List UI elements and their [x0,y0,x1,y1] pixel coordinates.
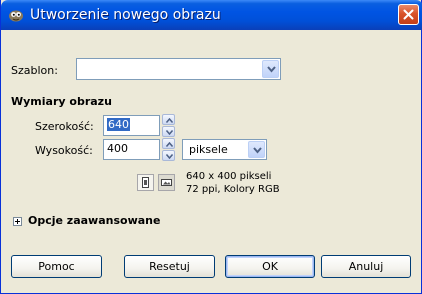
image-size-heading: Wymiary obrazu [11,95,112,108]
cancel-button[interactable]: Anuluj [321,255,411,278]
spin-up-icon [166,118,173,123]
height-label: Wysokość: [35,144,93,157]
height-spinner[interactable] [162,138,175,161]
width-label: Szerokość: [35,120,94,133]
help-button[interactable]: Pomoc [11,255,102,278]
spin-down-icon [166,154,173,159]
dialog-window: Utworzenie nowego obrazu Szablon: Wymiar… [0,0,422,294]
spin-down-icon [166,130,173,135]
height-value: 400 [107,142,128,155]
unit-dropdown-button[interactable] [248,141,265,158]
unit-combo[interactable]: piksele [182,139,267,160]
width-spin-down[interactable] [162,126,175,137]
landscape-icon [161,179,172,186]
image-info-resolution: 72 ppi, Kolory RGB [186,184,280,195]
unit-value: piksele [189,143,228,156]
image-info-size: 640 x 400 pikseli [186,171,272,182]
close-button[interactable] [398,4,419,25]
template-label: Szablon: [11,64,58,77]
advanced-options-toggle[interactable]: Opcje zaawansowane [28,214,160,227]
width-input[interactable]: 640 [103,115,160,136]
title-bar[interactable]: Utworzenie nowego obrazu [1,0,422,30]
chevron-down-icon [253,147,262,154]
spin-up-icon [166,142,173,147]
chevron-down-icon [267,66,276,73]
width-spinner[interactable] [162,114,175,137]
width-value: 640 [107,118,130,131]
close-icon [403,9,414,20]
template-combo[interactable] [76,58,281,80]
landscape-button[interactable] [158,174,175,191]
ok-button[interactable]: OK [225,255,315,278]
portrait-button[interactable] [137,174,154,191]
height-input[interactable]: 400 [103,139,160,160]
image-info: 640 x 400 pikseli 72 ppi, Kolory RGB [186,170,280,196]
expand-icon[interactable] [13,217,22,226]
width-spin-up[interactable] [162,114,175,125]
height-spin-down[interactable] [162,150,175,161]
gimp-app-icon [9,10,23,22]
window-title: Utworzenie nowego obrazu [30,7,221,23]
portrait-icon [142,177,149,188]
reset-button[interactable]: Resetuj [124,255,215,278]
template-dropdown-button[interactable] [262,60,279,78]
height-spin-up[interactable] [162,138,175,149]
